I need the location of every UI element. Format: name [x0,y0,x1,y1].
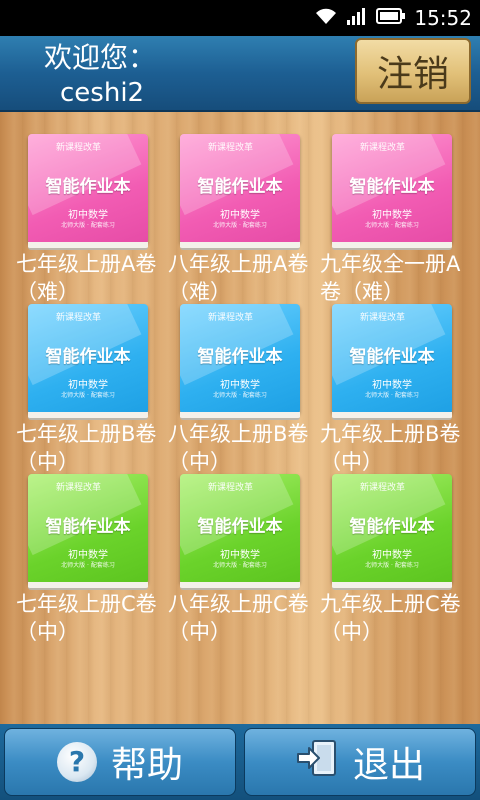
book-label[interactable]: 九年级上册B卷（中） [320,420,472,476]
cover-edition: 北师大版 · 配套练习 [213,392,267,399]
bottom-bar: ? 帮助 退出 [0,724,480,800]
exit-label: 退出 [352,745,425,786]
cover-edition: 北师大版 · 配套练习 [365,222,419,229]
help-button[interactable]: ? 帮助 [4,728,236,796]
book-pages [332,412,452,420]
status-bar: 15:52 [0,0,480,36]
signal-icon [346,6,368,30]
book-pages [28,242,148,250]
book-label[interactable]: 七年级上册A卷（难） [16,250,168,306]
cover-subject: 初中数学 [220,380,260,391]
book-pages [28,412,148,420]
book-label[interactable]: 九年级上册C卷（中） [320,590,472,646]
book-cover[interactable]: 新课程改革 智能作业本 初中数学 北师大版 · 配套练习 [332,134,452,244]
book-pages [180,412,300,420]
cover-subject: 初中数学 [68,210,108,221]
cover-logo: 新课程改革 [56,313,102,323]
book-item[interactable]: 新课程改革 智能作业本 初中数学 北师大版 · 配套练习 九年级全一册A卷（难） [320,134,472,304]
cover-logo: 新课程改革 [360,143,406,153]
cover-subject: 初中数学 [220,210,260,221]
cover-title: 智能作业本 [197,177,283,197]
book-cover[interactable]: 新课程改革 智能作业本 初中数学 北师大版 · 配套练习 [28,304,148,414]
cover-subject: 初中数学 [68,380,108,391]
book-pages [28,582,148,590]
book-item[interactable]: 新课程改革 智能作业本 初中数学 北师大版 · 配套练习 九年级上册C卷（中） [320,474,472,644]
cover-edition: 北师大版 · 配套练习 [61,222,115,229]
cover-subject: 初中数学 [372,380,412,391]
cover-logo: 新课程改革 [56,143,102,153]
book-label[interactable]: 八年级上册A卷（难） [168,250,320,306]
book-pages [332,242,452,250]
cover-logo: 新课程改革 [360,483,406,493]
cover-edition: 北师大版 · 配套练习 [365,562,419,569]
cover-subject: 初中数学 [68,550,108,561]
cover-logo: 新课程改革 [360,313,406,323]
book-pages [180,582,300,590]
battery-icon [376,7,406,29]
cover-title: 智能作业本 [349,177,435,197]
cover-logo: 新课程改革 [208,483,254,493]
book-item[interactable]: 新课程改革 智能作业本 初中数学 北师大版 · 配套练习 七年级上册B卷（中） [16,304,168,474]
cover-title: 智能作业本 [349,517,435,537]
cover-subject: 初中数学 [372,550,412,561]
wifi-icon [314,6,338,30]
book-label[interactable]: 七年级上册C卷（中） [16,590,168,646]
book-label[interactable]: 七年级上册B卷（中） [16,420,168,476]
cover-edition: 北师大版 · 配套练习 [61,562,115,569]
book-cover[interactable]: 新课程改革 智能作业本 初中数学 北师大版 · 配套练习 [180,304,300,414]
exit-icon [295,738,339,787]
welcome-text: 欢迎您： [44,41,157,74]
logout-button[interactable]: 注销 [355,38,471,104]
cover-edition: 北师大版 · 配套练习 [213,562,267,569]
cover-title: 智能作业本 [45,517,131,537]
cover-logo: 新课程改革 [208,313,254,323]
book-cover[interactable]: 新课程改革 智能作业本 初中数学 北师大版 · 配套练习 [332,304,452,414]
cover-edition: 北师大版 · 配套练习 [365,392,419,399]
book-label[interactable]: 八年级上册C卷（中） [168,590,320,646]
exit-button[interactable]: 退出 [244,728,476,796]
cover-edition: 北师大版 · 配套练习 [61,392,115,399]
cover-title: 智能作业本 [197,517,283,537]
cover-logo: 新课程改革 [56,483,102,493]
cover-logo: 新课程改革 [208,143,254,153]
book-cover[interactable]: 新课程改革 智能作业本 初中数学 北师大版 · 配套练习 [180,474,300,584]
cover-title: 智能作业本 [197,347,283,367]
book-item[interactable]: 新课程改革 智能作业本 初中数学 北师大版 · 配套练习 七年级上册C卷（中） [16,474,168,644]
cover-subject: 初中数学 [372,210,412,221]
book-cover[interactable]: 新课程改革 智能作业本 初中数学 北师大版 · 配套练习 [28,474,148,584]
help-icon: ? [56,742,97,782]
book-item[interactable]: 新课程改革 智能作业本 初中数学 北师大版 · 配套练习 八年级上册C卷（中） [168,474,320,644]
cover-title: 智能作业本 [349,347,435,367]
book-item[interactable]: 新课程改革 智能作业本 初中数学 北师大版 · 配套练习 九年级上册B卷（中） [320,304,472,474]
book-cover[interactable]: 新课程改革 智能作业本 初中数学 北师大版 · 配套练习 [180,134,300,244]
book-label[interactable]: 八年级上册B卷（中） [168,420,320,476]
cover-edition: 北师大版 · 配套练习 [213,222,267,229]
book-pages [332,582,452,590]
book-cover[interactable]: 新课程改革 智能作业本 初中数学 北师大版 · 配套练习 [28,134,148,244]
book-pages [180,242,300,250]
username: ceshi2 [60,78,145,108]
book-cover[interactable]: 新课程改革 智能作业本 初中数学 北师大版 · 配套练习 [332,474,452,584]
book-item[interactable]: 新课程改革 智能作业本 初中数学 北师大版 · 配套练习 七年级上册A卷（难） [16,134,168,304]
clock: 15:52 [414,6,472,30]
book-item[interactable]: 新课程改革 智能作业本 初中数学 北师大版 · 配套练习 八年级上册B卷（中） [168,304,320,474]
book-item[interactable]: 新课程改革 智能作业本 初中数学 北师大版 · 配套练习 八年级上册A卷（难） [168,134,320,304]
help-label: 帮助 [110,745,183,786]
book-shelf: 新课程改革 智能作业本 初中数学 北师大版 · 配套练习 七年级上册A卷（难） … [0,112,480,724]
status-icons: 15:52 [314,0,472,36]
cover-title: 智能作业本 [45,177,131,197]
book-label[interactable]: 九年级全一册A卷（难） [320,250,472,306]
cover-title: 智能作业本 [45,347,131,367]
cover-subject: 初中数学 [220,550,260,561]
